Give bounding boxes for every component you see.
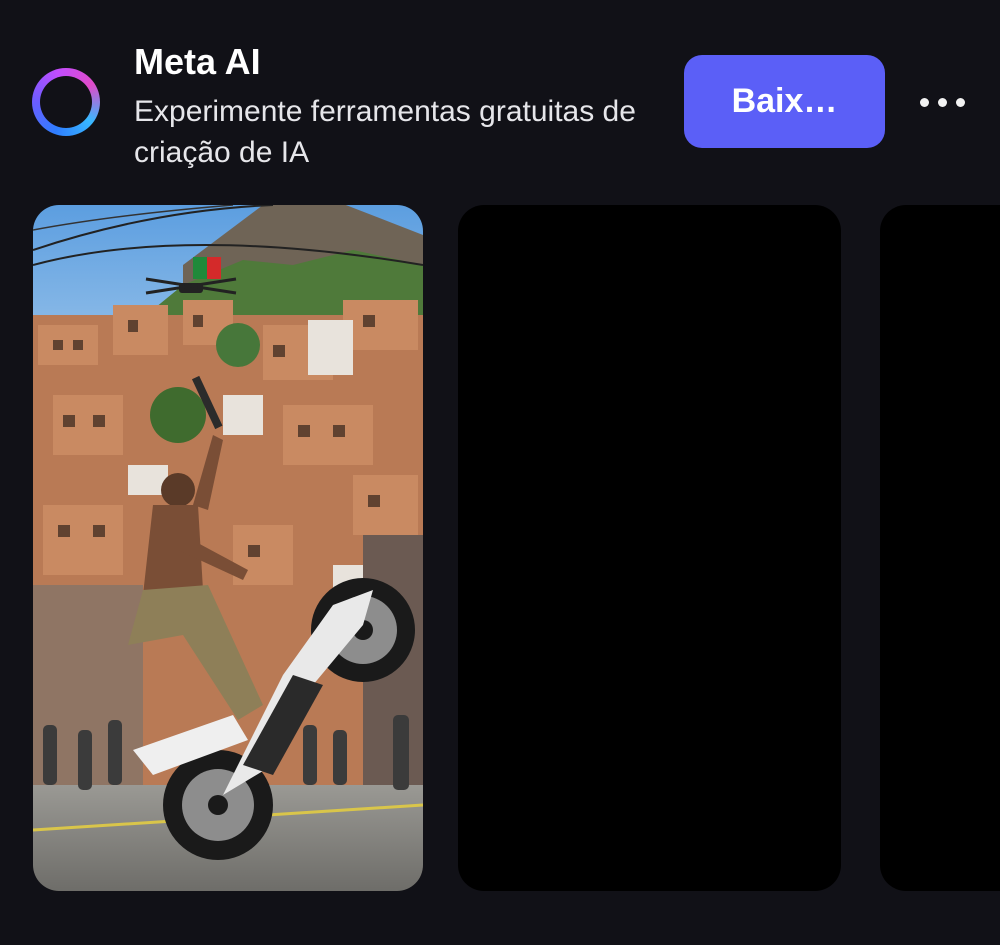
meta-ai-ad-screen: Meta AI Experimente ferramentas gratuita… bbox=[0, 0, 1000, 945]
download-button[interactable]: Baix… bbox=[684, 55, 885, 148]
ad-title: Meta AI bbox=[134, 41, 261, 82]
dot bbox=[937, 97, 947, 107]
more-options-icon[interactable] bbox=[912, 82, 972, 122]
dot bbox=[955, 97, 965, 107]
dot bbox=[919, 97, 929, 107]
gallery-card-image[interactable] bbox=[33, 205, 423, 891]
motorcycle-favela-image bbox=[33, 205, 423, 891]
ad-subtitle: Experimente ferramentas gratuitas de cri… bbox=[134, 95, 636, 169]
meta-ai-logo-icon bbox=[32, 68, 100, 136]
ad-header: Meta AI Experimente ferramentas gratuita… bbox=[0, 0, 1000, 190]
gallery-card-empty[interactable] bbox=[458, 205, 841, 891]
gallery-card-empty-partial[interactable] bbox=[880, 205, 1000, 891]
